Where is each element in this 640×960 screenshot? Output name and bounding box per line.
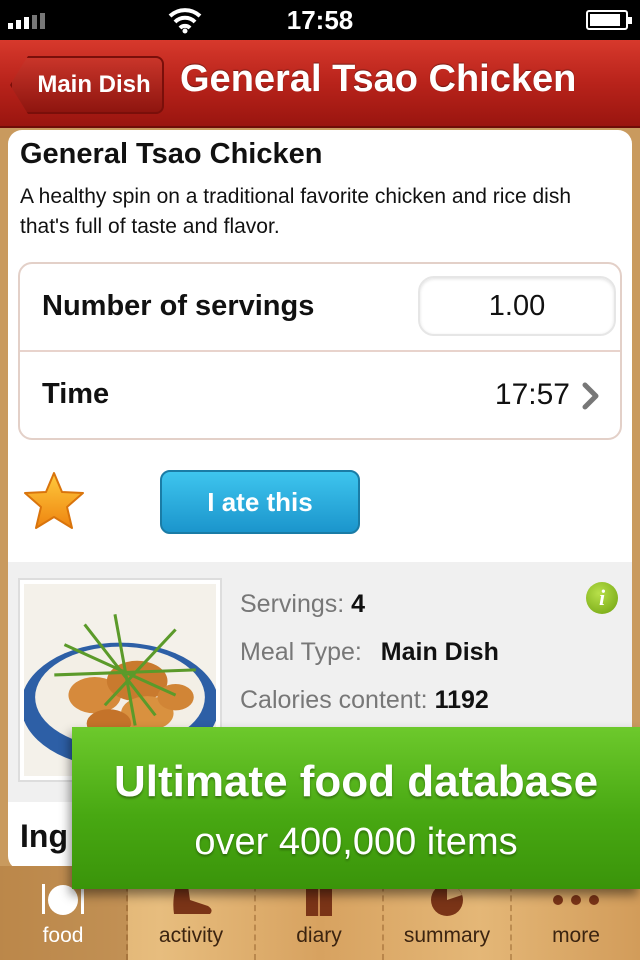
info-calories: Calories content: 1192 xyxy=(240,686,489,715)
nav-title: General Tsao Chicken xyxy=(180,58,577,100)
i-ate-this-button[interactable]: I ate this xyxy=(160,470,360,534)
tab-more-label: more xyxy=(552,924,600,947)
recipe-description: A healthy spin on a traditional favorite… xyxy=(20,185,571,238)
info-icon[interactable]: i xyxy=(586,582,618,614)
back-button[interactable]: Main Dish xyxy=(10,56,164,114)
info-meal-type-label: Meal Type: xyxy=(240,638,362,666)
tab-summary-label: summary xyxy=(403,924,491,947)
status-bar: 17:58 xyxy=(0,0,640,40)
time-label: Time xyxy=(42,378,110,410)
promo-banner: Ultimate food database over 400,000 item… xyxy=(72,727,640,889)
chevron-right-icon xyxy=(582,382,599,410)
recipe-title: General Tsao Chicken xyxy=(20,138,323,170)
navigation-bar: Main Dish General Tsao Chicken xyxy=(0,40,640,128)
time-value: 17:57 xyxy=(494,378,570,411)
tab-activity-label: activity xyxy=(158,924,224,947)
info-meal-type: Meal Type: Main Dish xyxy=(240,638,499,667)
info-calories-value: 1192 xyxy=(434,686,489,714)
info-servings-value: 4 xyxy=(351,590,366,618)
battery-icon xyxy=(586,10,632,30)
info-servings: Servings: 4 xyxy=(240,590,365,619)
info-calories-label: Calories content: xyxy=(240,686,428,714)
ingredients-heading: Ing xyxy=(20,818,68,854)
promo-headline: Ultimate food database xyxy=(113,757,599,806)
servings-input[interactable]: 1.00 xyxy=(418,276,616,336)
servings-label: Number of servings xyxy=(42,290,315,322)
info-servings-label: Servings: xyxy=(240,590,345,618)
favorite-star-icon[interactable] xyxy=(22,470,86,532)
settings-table: Number of servings 1.00 Time 17:57 xyxy=(18,262,622,440)
promo-subline: over 400,000 items xyxy=(194,821,518,863)
status-time: 17:58 xyxy=(286,5,354,35)
tab-diary-label: diary xyxy=(296,924,342,947)
tab-food-label: food xyxy=(42,924,84,947)
servings-row: Number of servings 1.00 xyxy=(20,264,620,352)
time-row[interactable]: Time 17:57 xyxy=(20,352,620,440)
info-meal-type-value: Main Dish xyxy=(380,638,499,666)
